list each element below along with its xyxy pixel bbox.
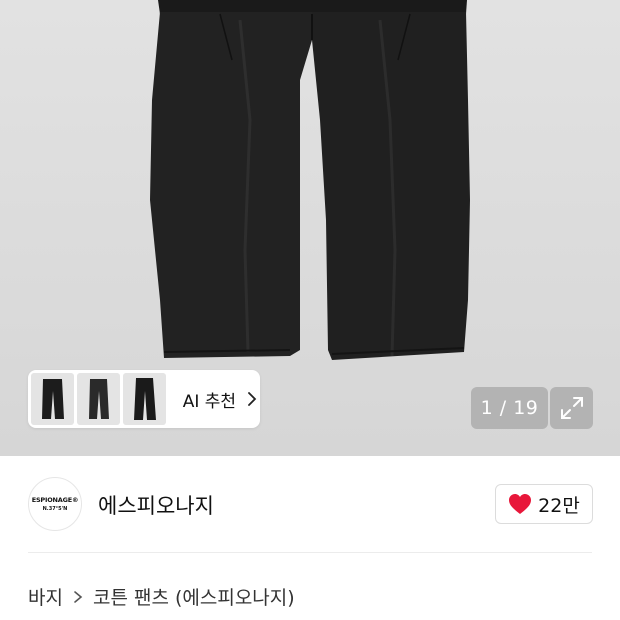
expand-icon [560, 397, 583, 419]
brand-row: ESPIONAGE® N.37°5'N 에스피오나지 22만 [0, 456, 620, 552]
image-counter: 1 / 19 [471, 387, 548, 429]
breadcrumb-category[interactable]: 바지 [28, 583, 63, 610]
brand-logo-subtext: N.37°5'N [42, 506, 68, 512]
ai-thumbnail-1[interactable] [31, 373, 74, 425]
product-image-gallery[interactable]: AI 추천 1 / 19 [0, 0, 620, 456]
like-button[interactable]: 22만 [495, 484, 593, 524]
chevron-right-icon [74, 590, 83, 603]
chevron-right-icon [248, 392, 257, 406]
breadcrumb-subcategory[interactable]: 코튼 팬츠 (에스피오나지) [93, 583, 295, 610]
brand-logo[interactable]: ESPIONAGE® N.37°5'N [28, 477, 82, 531]
ai-recommend-label: AI 추천 [182, 391, 237, 412]
expand-button[interactable] [550, 387, 593, 429]
ai-thumbnail-2[interactable] [76, 373, 120, 425]
ai-thumbnail-3[interactable] [122, 373, 166, 425]
like-count: 22만 [538, 494, 580, 517]
breadcrumb: 바지 코튼 팬츠 (에스피오나지) [28, 583, 295, 610]
heart-icon [509, 494, 532, 514]
ai-recommend-card[interactable]: AI 추천 [28, 370, 260, 428]
divider [28, 552, 592, 553]
brand-name[interactable]: 에스피오나지 [98, 490, 214, 520]
brand-logo-text: ESPIONAGE® [31, 496, 79, 504]
